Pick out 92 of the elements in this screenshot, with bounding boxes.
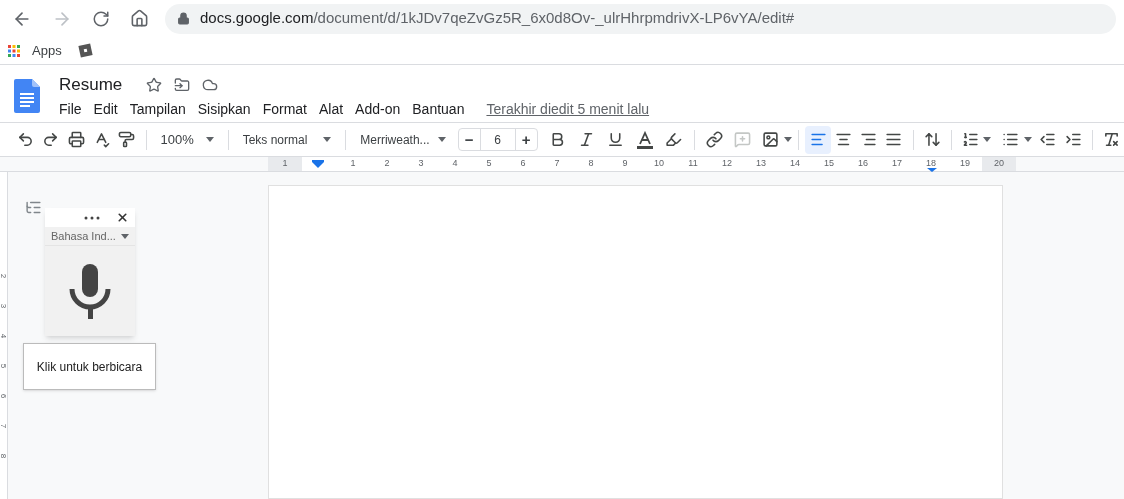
menu-item[interactable]: Bantuan xyxy=(412,99,465,120)
highlight-icon xyxy=(665,131,683,148)
ruler-number: 14 xyxy=(790,159,800,168)
bulleted-list-icon xyxy=(1002,131,1020,148)
close-icon[interactable] xyxy=(116,211,129,224)
paint-format-icon xyxy=(118,131,136,148)
ruler-number: 9 xyxy=(622,159,628,168)
font-size-field[interactable]: 6 xyxy=(479,129,516,150)
align-right-icon xyxy=(860,131,878,148)
menu-item[interactable]: Alat xyxy=(319,99,344,120)
menu-item[interactable]: Sisipkan xyxy=(197,99,251,120)
apps-grid-icon xyxy=(8,44,20,57)
ruler-number: 5 xyxy=(486,159,492,168)
star-icon[interactable] xyxy=(146,77,163,93)
left-indent-marker[interactable] xyxy=(312,160,324,168)
caret-icon xyxy=(121,233,129,239)
ruler-number: 10 xyxy=(654,159,664,168)
ruler-number: 5 xyxy=(0,363,8,369)
speak-tooltip: Klik untuk berbicara xyxy=(23,343,156,390)
ruler-number: 6 xyxy=(0,393,8,399)
zoom-dropdown[interactable]: 100% xyxy=(152,125,222,154)
ruler-number: 16 xyxy=(858,159,868,168)
ruler-number: 3 xyxy=(418,159,424,168)
ruler-number: 17 xyxy=(892,159,902,168)
line-spacing-icon xyxy=(923,131,941,148)
menu-item[interactable]: Edit xyxy=(93,99,118,120)
increase-indent-icon xyxy=(1064,131,1082,148)
ruler-number: 6 xyxy=(520,159,526,168)
caret-icon xyxy=(784,137,793,142)
home-icon[interactable] xyxy=(130,9,149,28)
redo-icon xyxy=(42,131,60,148)
menu-item[interactable]: Add-on xyxy=(355,99,401,120)
ruler-number: 20 xyxy=(994,159,1004,168)
menu-item[interactable]: Format xyxy=(262,99,307,120)
style-dropdown[interactable]: Teks normal xyxy=(234,125,340,154)
more-icon[interactable] xyxy=(84,215,100,220)
ruler-number: 7 xyxy=(0,423,8,429)
apps-bookmark[interactable]: Apps xyxy=(8,40,62,61)
menu-item[interactable]: Tampilan xyxy=(129,99,186,120)
document-title[interactable]: Resume xyxy=(59,72,123,98)
image-icon xyxy=(762,131,779,148)
underline-icon xyxy=(607,131,625,148)
ruler-number: 3 xyxy=(0,303,8,309)
cloud-icon[interactable] xyxy=(202,77,219,93)
outline-icon[interactable] xyxy=(25,199,42,216)
undo-icon xyxy=(17,131,35,148)
ruler-number: 19 xyxy=(960,159,970,168)
reload-icon[interactable] xyxy=(92,9,110,28)
align-left-button[interactable] xyxy=(805,125,831,154)
address-bar[interactable]: docs.google.com/document/d/1kJDv7qeZvGz5R_6x0d8Ov-_ulrHhrpmdrivX-LP6vYA/edit# xyxy=(165,3,1116,34)
move-folder-icon[interactable] xyxy=(174,77,191,93)
decrease-indent-icon xyxy=(1039,131,1057,148)
language-dropdown[interactable]: Bahasa Ind... xyxy=(45,227,135,246)
caret-icon xyxy=(437,137,446,142)
microphone-icon[interactable] xyxy=(69,263,111,319)
ruler-number: 2 xyxy=(384,159,390,168)
ruler-number: 11 xyxy=(688,159,698,168)
numbered-list-icon xyxy=(961,131,979,148)
caret-icon xyxy=(323,137,332,142)
increase-size-button[interactable]: + xyxy=(515,129,537,150)
align-center-icon xyxy=(834,131,852,148)
link-icon xyxy=(706,131,723,148)
cube-bookmark-icon[interactable] xyxy=(77,43,93,58)
ruler-number: 18 xyxy=(926,159,936,168)
ruler-number: 4 xyxy=(452,159,458,168)
url-text: docs.google.com/document/d/1kJDv7qeZvGz5R_6x0d8Ov-_ulrHhrpmdrivX-LP6vYA/edit# xyxy=(200,8,795,29)
caret-icon xyxy=(983,137,992,142)
ruler-number: 15 xyxy=(824,159,834,168)
ruler-number: 7 xyxy=(554,159,560,168)
ruler-number: 1 xyxy=(282,159,288,168)
font-dropdown[interactable]: Merriweath... xyxy=(352,125,454,154)
last-edit-link[interactable]: Terakhir diedit 5 menit lalu xyxy=(486,99,650,120)
decrease-size-button[interactable]: − xyxy=(458,129,480,150)
docs-logo-icon[interactable] xyxy=(14,79,40,113)
ruler-number: 1 xyxy=(350,159,356,168)
ruler-number: 8 xyxy=(588,159,594,168)
align-justify-icon xyxy=(885,131,903,148)
ruler-number: 13 xyxy=(756,159,766,168)
spellcheck-icon xyxy=(93,131,111,148)
clear-formatting-icon xyxy=(1102,131,1120,148)
menu-item[interactable]: File xyxy=(59,99,82,120)
caret-icon xyxy=(1023,137,1032,142)
lock-icon xyxy=(177,12,190,25)
align-left-icon xyxy=(809,131,827,148)
comment-icon xyxy=(734,131,751,148)
ruler-number: 2 xyxy=(0,273,8,279)
caret-icon xyxy=(205,137,214,142)
ruler-number: 8 xyxy=(0,453,8,459)
print-icon xyxy=(67,131,85,148)
text-color-icon xyxy=(636,130,653,149)
ruler-number: 12 xyxy=(722,159,732,168)
ruler-number: 4 xyxy=(0,333,8,339)
